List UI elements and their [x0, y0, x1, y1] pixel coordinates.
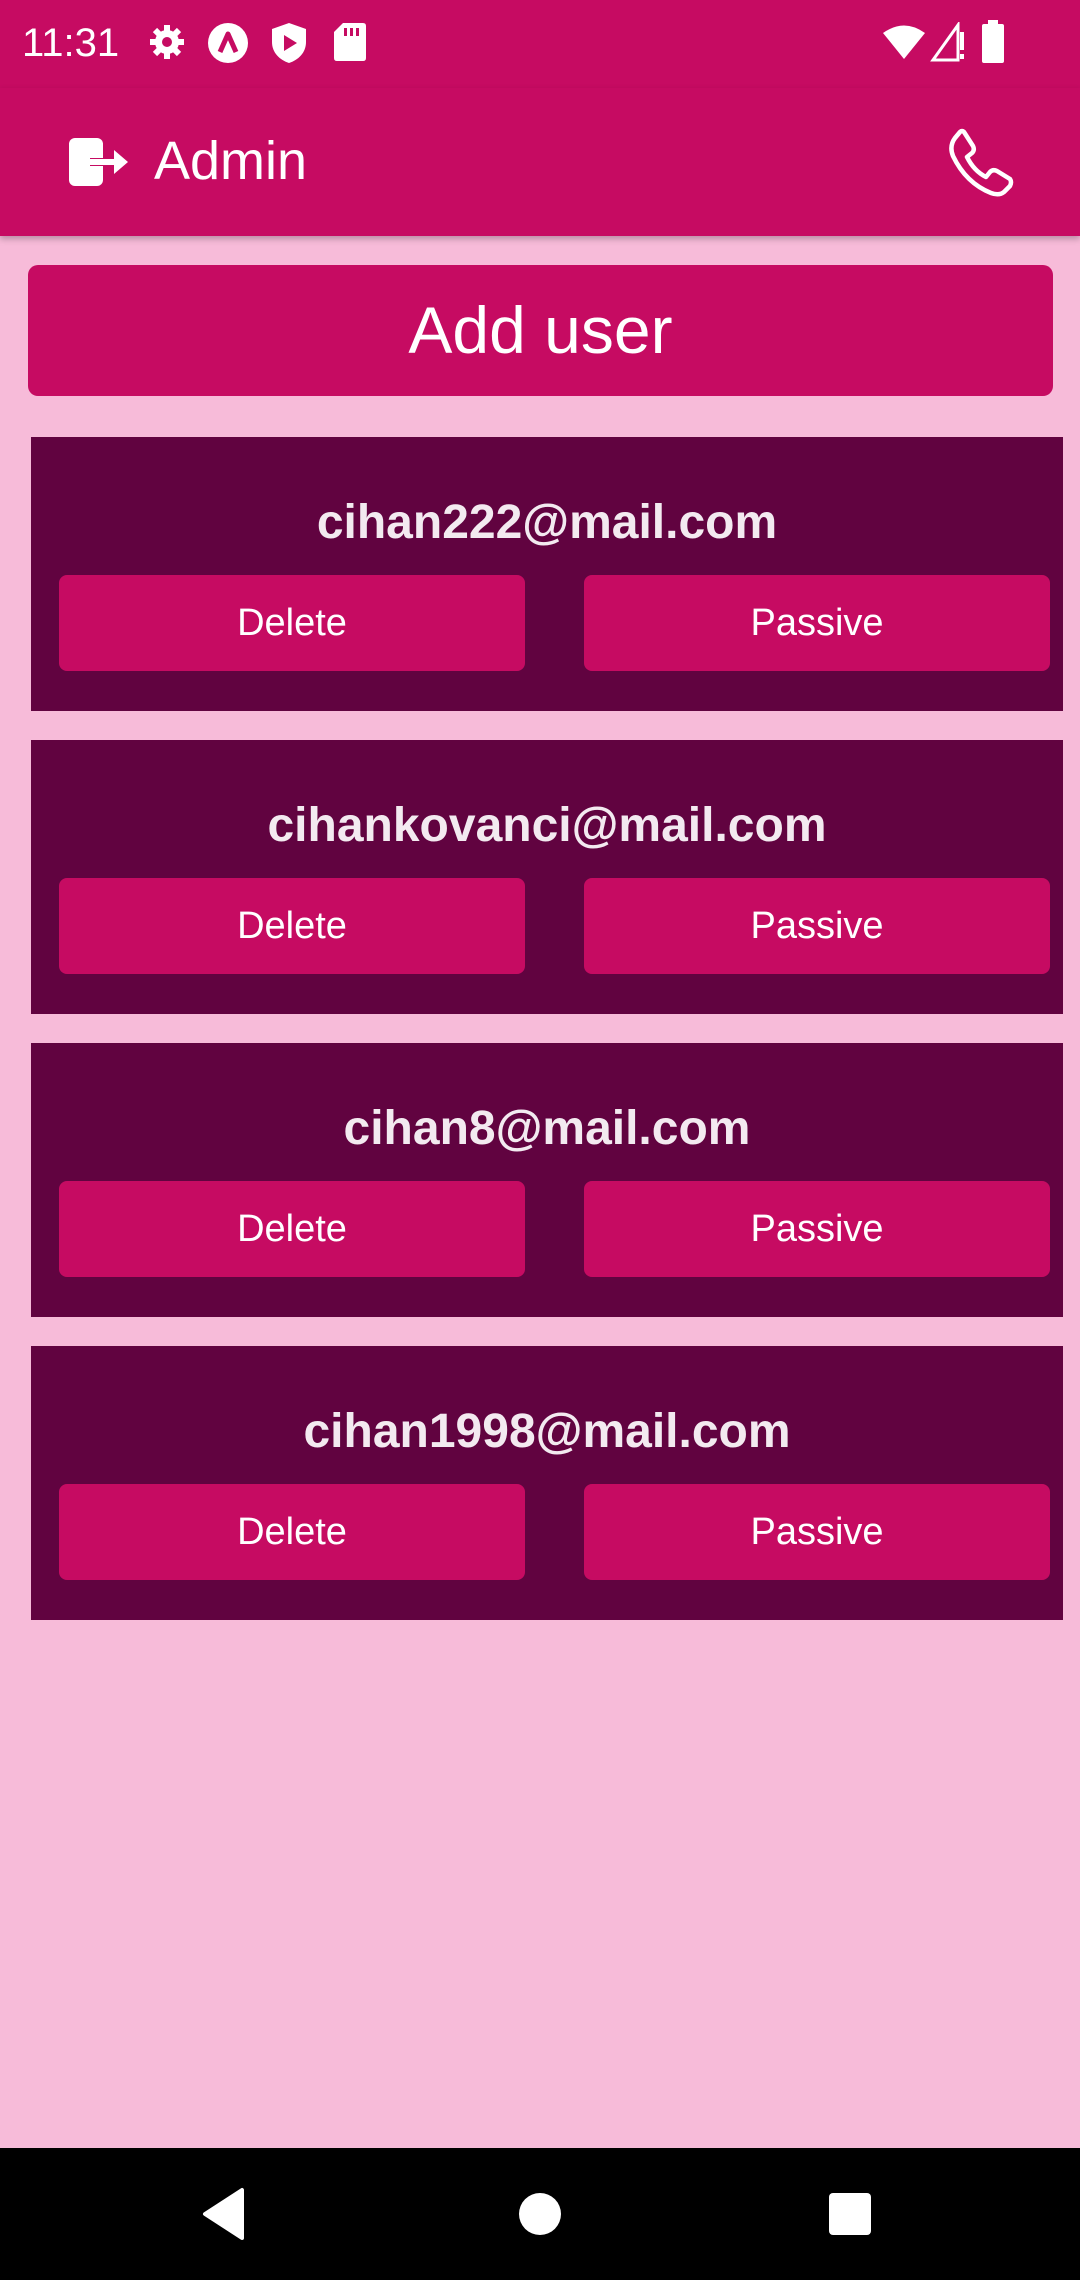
delete-button[interactable]: Delete: [59, 575, 525, 671]
user-card: cihan1998@mail.com Delete Passive: [31, 1346, 1063, 1620]
logout-icon[interactable]: [66, 132, 132, 192]
user-email: cihan8@mail.com: [343, 1102, 751, 1155]
app-bar: Admin: [0, 88, 1080, 236]
back-icon[interactable]: [195, 2184, 255, 2244]
recents-icon[interactable]: [820, 2184, 880, 2244]
status-time: 11:31: [22, 21, 120, 65]
play-shield-icon: [272, 23, 306, 63]
phone-icon[interactable]: [944, 126, 1016, 198]
passive-button[interactable]: Passive: [584, 878, 1050, 974]
user-email: cihankovanci@mail.com: [267, 799, 827, 852]
accessibility-icon: [208, 23, 248, 63]
user-card: cihan222@mail.com Delete Passive: [31, 437, 1063, 711]
status-bar: 11:31: [0, 0, 1080, 88]
navigation-bar: [0, 2148, 1080, 2280]
delete-button[interactable]: Delete: [59, 1181, 525, 1277]
passive-button[interactable]: Passive: [584, 575, 1050, 671]
add-user-button[interactable]: Add user: [28, 265, 1053, 396]
delete-button[interactable]: Delete: [59, 1484, 525, 1580]
app-title: Admin: [154, 131, 308, 191]
passive-button[interactable]: Passive: [584, 1484, 1050, 1580]
gear-icon: [150, 25, 184, 59]
battery-icon: [982, 20, 1004, 63]
user-card: cihankovanci@mail.com Delete Passive: [31, 740, 1063, 1014]
passive-button[interactable]: Passive: [584, 1181, 1050, 1277]
home-icon[interactable]: [510, 2184, 570, 2244]
signal-icon: [930, 22, 964, 62]
delete-button[interactable]: Delete: [59, 878, 525, 974]
user-email: cihan222@mail.com: [316, 496, 778, 549]
user-email: cihan1998@mail.com: [303, 1405, 791, 1458]
wifi-icon: [883, 25, 925, 59]
user-card: cihan8@mail.com Delete Passive: [31, 1043, 1063, 1317]
sd-card-icon: [334, 23, 366, 61]
